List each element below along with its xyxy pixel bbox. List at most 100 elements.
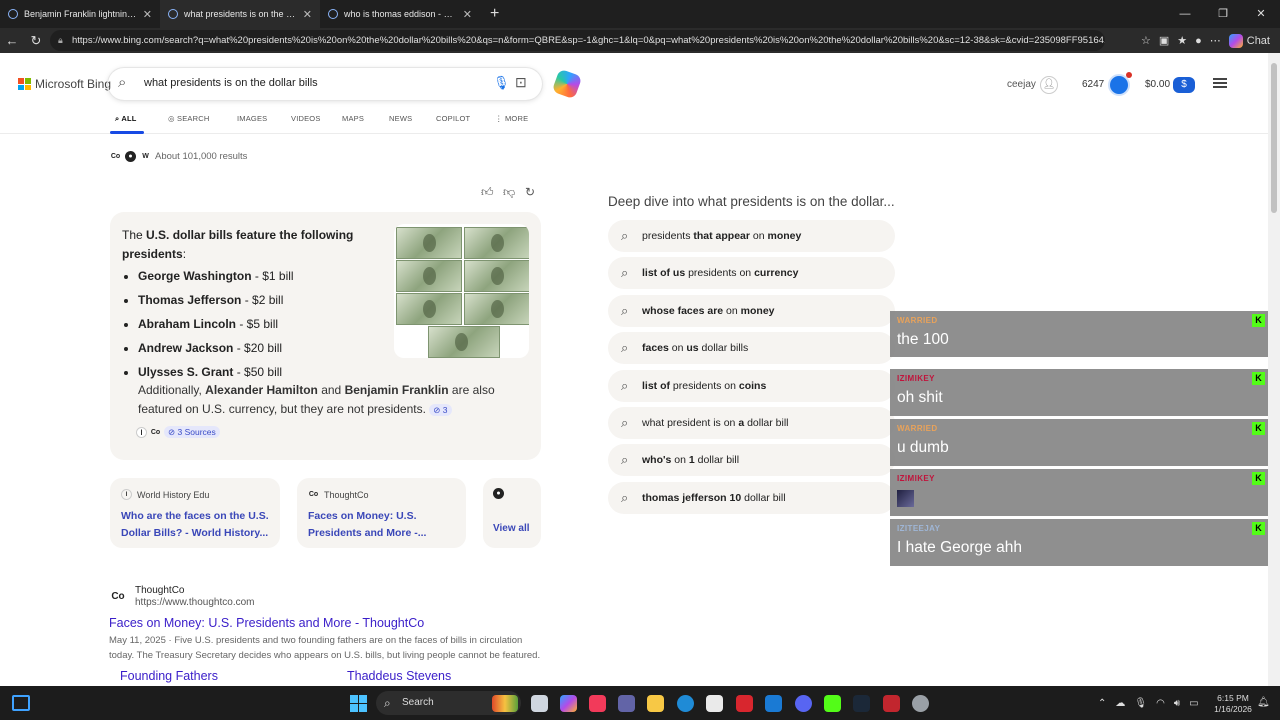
search-box[interactable]: ⌕ what presidents is on the dollar bills…	[108, 68, 542, 100]
close-tab-icon[interactable]: ✕	[303, 8, 312, 21]
tab-more[interactable]: ⋮ MORE	[495, 114, 528, 123]
world-history-icon: l	[121, 489, 132, 500]
source-card-title[interactable]: Who are the faces on the U.S. Dollar Bil…	[121, 508, 271, 542]
deep-dive-item[interactable]: ⌕ who's on 1 dollar bill	[608, 444, 895, 477]
deep-dive-item[interactable]: ⌕ thomas jefferson 10 dollar bill	[608, 481, 895, 514]
tab-maps[interactable]: MAPS	[342, 114, 364, 123]
username[interactable]: ceejay	[1007, 79, 1036, 90]
start-button-icon[interactable]	[350, 695, 367, 712]
steam-icon[interactable]	[853, 695, 870, 712]
edge-icon[interactable]	[677, 695, 694, 712]
organic-site[interactable]: Co ThoughtCo https://www.thoughtco.com	[109, 585, 254, 609]
source-icon: ●	[125, 151, 136, 162]
tab-news[interactable]: NEWS	[389, 114, 412, 123]
tab-images[interactable]: IMAGES	[237, 114, 267, 123]
store-icon[interactable]	[706, 695, 723, 712]
hamburger-menu-icon[interactable]	[1213, 78, 1227, 88]
menu-dots-icon[interactable]: ⋯	[1210, 34, 1221, 47]
view-all-link[interactable]: View all	[493, 523, 530, 534]
page-scrollbar[interactable]	[1268, 53, 1280, 686]
list-item: Andrew Jackson - $20 bill	[138, 339, 294, 363]
chat-button[interactable]: Chat	[1228, 33, 1270, 48]
task-view-icon[interactable]	[531, 695, 548, 712]
copilot-app-icon[interactable]	[560, 695, 577, 712]
teams-icon[interactable]	[618, 695, 635, 712]
widgets-icon[interactable]	[12, 695, 30, 711]
view-all-card[interactable]: ●	[483, 478, 541, 548]
favorites-icon[interactable]: ★	[1177, 34, 1187, 47]
music-app-icon[interactable]	[589, 695, 606, 712]
taskbar-clock[interactable]: 6:15 PM 1/16/2026	[1210, 693, 1256, 715]
microsoft-logo-icon	[18, 78, 31, 90]
citation-chip[interactable]: ⊘ 3	[429, 404, 452, 416]
deep-dive-item[interactable]: ⌕ faces on us dollar bills	[608, 332, 895, 365]
tab-search[interactable]: ◎ SEARCH	[168, 114, 210, 123]
browser-tab-active[interactable]: what presidents is on the dollar bi✕	[160, 0, 320, 28]
list-item: George Washington - $1 bill	[138, 267, 294, 291]
tab-all[interactable]: ⌕ ALL	[115, 114, 137, 124]
back-icon[interactable]: ←	[0, 33, 24, 48]
bing-logo[interactable]: Microsoft Bing	[18, 77, 111, 91]
volume-icon[interactable]: 🔊︎	[1174, 698, 1180, 709]
bing-favicon-icon	[168, 9, 178, 19]
close-window-icon[interactable]: ✕	[1242, 0, 1280, 28]
tab-copilot[interactable]: COPILOT	[436, 114, 470, 123]
balance[interactable]: $0.00	[1145, 79, 1170, 90]
thumbs-down-icon[interactable]: 👎︎	[503, 185, 515, 200]
sitelink[interactable]: Thaddeus Stevens	[347, 669, 451, 683]
onedrive-icon[interactable]: ☁	[1115, 698, 1125, 709]
new-tab-button[interactable]: +	[480, 5, 509, 23]
microphone-icon[interactable]: 🎙︎	[1134, 698, 1147, 709]
money-icon[interactable]: $	[1173, 77, 1195, 93]
system-tray: ⌃ ☁ 🎙︎ ◠ 🔊︎ ▭	[1098, 686, 1199, 720]
thumbs-up-icon[interactable]: 👍︎	[481, 185, 494, 200]
microphone-icon[interactable]: 🎙︎	[493, 75, 510, 91]
refresh-icon[interactable]: ↻	[24, 33, 48, 49]
visual-search-icon[interactable]: ⊡	[515, 74, 527, 91]
file-explorer-icon[interactable]	[647, 695, 664, 712]
app-icon[interactable]	[765, 695, 782, 712]
browser-tabbar: Benjamin Franklin lightning kite - S✕ wh…	[0, 0, 1280, 28]
app-l-icon[interactable]	[736, 695, 753, 712]
organic-title-link[interactable]: Faces on Money: U.S. Presidents and More…	[109, 616, 424, 630]
deep-dive-item[interactable]: ⌕ what president is on a dollar bill	[608, 407, 895, 439]
search-icon: ⌕	[621, 265, 629, 281]
restore-icon[interactable]: ❐	[1204, 0, 1242, 28]
windows-taskbar: ⌕ Search ⌃ ☁ 🎙︎ ◠ 🔊︎ ▭ 6:15 PM 1/16/2026 …	[0, 686, 1280, 720]
game-app-icon[interactable]	[883, 695, 900, 712]
wifi-icon[interactable]: ◠	[1156, 698, 1165, 709]
chevron-up-icon[interactable]: ⌃	[1098, 698, 1106, 709]
deep-dive-item[interactable]: ⌕ list of presidents on coins	[608, 369, 895, 402]
sources-chip[interactable]: l Co ⊘ 3 Sources	[136, 426, 220, 438]
sitelink[interactable]: Founding Fathers	[120, 669, 218, 683]
favorite-star-icon[interactable]: ☆	[1141, 34, 1151, 47]
battery-icon[interactable]: ▭	[1189, 698, 1198, 709]
share-icon[interactable]: ↻	[525, 185, 535, 199]
url-field[interactable]: 🔒︎ https://www.bing.com/search?q=what%20p…	[50, 30, 1105, 51]
browser-tab[interactable]: who is thomas eddison - Search✕	[320, 0, 480, 28]
search-input[interactable]: what presidents is on the dollar bills	[144, 77, 318, 89]
discord-icon[interactable]	[795, 695, 812, 712]
settings-icon[interactable]	[912, 695, 929, 712]
tab-videos[interactable]: VIDEOS	[291, 114, 321, 123]
copilot-icon[interactable]	[551, 68, 583, 100]
scrollbar-thumb[interactable]	[1271, 63, 1277, 213]
close-tab-icon[interactable]: ✕	[463, 8, 472, 21]
minimize-icon[interactable]: —	[1166, 0, 1204, 28]
source-card[interactable]: l World History Edu Who are the faces on …	[110, 478, 280, 548]
profile-icon[interactable]: ●	[1195, 35, 1202, 47]
source-card-title[interactable]: Faces on Money: U.S. Presidents and More…	[308, 508, 458, 542]
deep-dive-item[interactable]: ⌕ presidents that appear on money	[608, 220, 895, 252]
search-highlight-icon[interactable]	[492, 695, 518, 712]
extension-icon[interactable]: ▣	[1159, 34, 1169, 47]
browser-tab[interactable]: Benjamin Franklin lightning kite - S✕	[0, 0, 160, 28]
dollar-bills-image[interactable]	[394, 224, 529, 358]
kick-app-icon[interactable]	[824, 695, 841, 712]
user-avatar-icon[interactable]: 👤︎	[1040, 76, 1058, 94]
rewards-points[interactable]: 6247	[1082, 79, 1104, 90]
deep-dive-item[interactable]: ⌕ whose faces are on money	[608, 294, 895, 327]
close-tab-icon[interactable]: ✕	[143, 8, 152, 21]
notification-bell-icon[interactable]: 🔔︎	[1257, 697, 1270, 708]
deep-dive-item[interactable]: ⌕ list of us presidents on currency	[608, 257, 895, 290]
source-card[interactable]: Co ThoughtCo Faces on Money: U.S. Preside…	[297, 478, 466, 548]
